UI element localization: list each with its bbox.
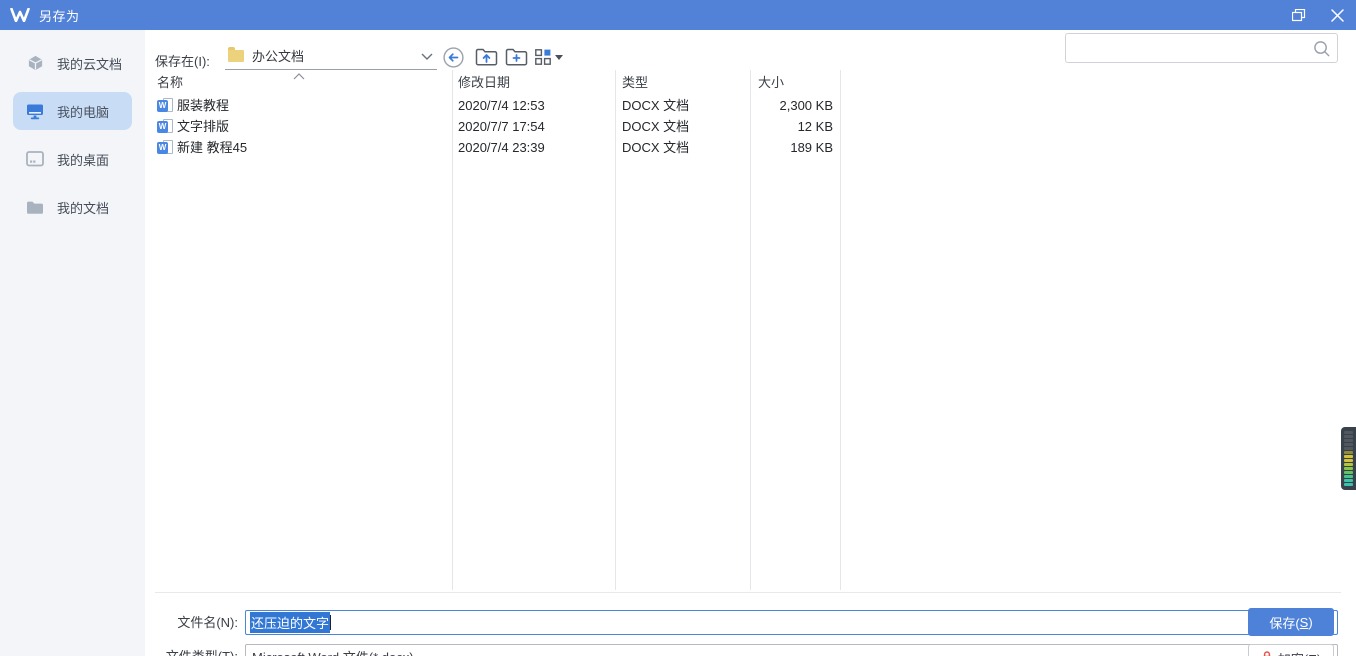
save-button[interactable]: 保存(S) — [1248, 608, 1334, 636]
file-name: 新建 教程45 — [177, 140, 248, 155]
column-header-name[interactable]: 名称 — [157, 72, 183, 96]
filetype-value: Microsoft Word 文件(*.docx) — [252, 647, 414, 656]
back-button[interactable] — [443, 47, 464, 68]
filetype-label: 文件类型(T): — [145, 644, 238, 656]
text-cursor — [330, 615, 332, 630]
column-header-size[interactable]: 大小 — [758, 72, 784, 96]
table-row[interactable]: W 服装教程 2020/7/4 12:53 DOCX 文档 2,300 KB — [145, 95, 836, 116]
file-modified: 2020/7/4 12:53 — [458, 98, 545, 113]
search-box — [1065, 33, 1338, 63]
sidebar-item-label: 我的电脑 — [57, 104, 110, 120]
search-icon[interactable] — [1313, 40, 1330, 57]
filename-label: 文件名(N): — [177, 615, 238, 630]
filetype-dropdown[interactable]: Microsoft Word 文件(*.docx) — [245, 644, 1338, 656]
encrypt-button-label: 加密(E) — [1278, 649, 1321, 656]
sidebar-item-my-documents[interactable]: 我的文档 — [13, 188, 132, 226]
file-size: 12 KB — [797, 119, 833, 134]
wps-logo-icon — [10, 8, 30, 22]
file-size: 2,300 KB — [779, 98, 834, 113]
sidebar: 我的云文档 我的电脑 我的桌面 我的文档 — [0, 30, 145, 656]
sidebar-item-label: 我的桌面 — [57, 152, 110, 168]
window-title: 另存为 — [39, 8, 80, 24]
save-button-label: 保存( — [1269, 615, 1300, 631]
file-type: DOCX 文档 — [622, 140, 690, 155]
lock-icon — [1261, 650, 1273, 656]
sidebar-item-my-desktop[interactable]: 我的桌面 — [13, 140, 132, 178]
desktop-icon — [26, 150, 44, 168]
chevron-down-icon — [421, 47, 433, 65]
file-modified: 2020/7/4 23:39 — [458, 140, 545, 155]
level-meter-widget[interactable] — [1341, 427, 1356, 490]
search-input[interactable] — [1066, 34, 1313, 62]
filename-selected-text: 还压迫的文字 — [250, 612, 331, 633]
sidebar-item-my-computer[interactable]: 我的电脑 — [13, 92, 132, 130]
file-name: 文字排版 — [177, 119, 230, 134]
column-header-modified[interactable]: 修改日期 — [458, 72, 510, 96]
file-modified: 2020/7/7 17:54 — [458, 119, 545, 134]
filename-input[interactable]: 还压迫的文字 — [245, 610, 1338, 635]
main-panel: 保存在(I): 办公文档 名称 修改日期 类型 大小 W 服装教程 2020/7… — [145, 30, 1356, 656]
table-row[interactable]: W 文字排版 2020/7/7 17:54 DOCX 文档 12 KB — [145, 116, 836, 137]
sidebar-item-label: 我的云文档 — [57, 56, 123, 72]
file-size: 189 KB — [790, 140, 833, 155]
word-file-icon: W — [157, 140, 173, 156]
encrypt-button[interactable]: 加密(E) — [1248, 644, 1334, 656]
restore-window-button[interactable] — [1280, 0, 1318, 30]
sidebar-item-cloud-docs[interactable]: 我的云文档 — [13, 44, 132, 82]
save-button-label-close: ) — [1308, 614, 1313, 630]
footer-divider — [155, 592, 1341, 593]
folder-up-button[interactable] — [475, 47, 498, 66]
titlebar: 另存为 — [0, 0, 1356, 30]
save-in-label: 保存在(I): — [155, 54, 210, 69]
documents-icon — [26, 198, 44, 216]
new-folder-button[interactable] — [505, 47, 528, 66]
column-header-type[interactable]: 类型 — [622, 72, 648, 96]
file-name: 服装教程 — [177, 98, 230, 113]
save-location-value: 办公文档 — [252, 49, 305, 64]
close-window-button[interactable] — [1318, 0, 1356, 30]
file-type: DOCX 文档 — [622, 119, 690, 134]
level-meter-stripes — [1344, 431, 1356, 486]
save-as-dialog: 另存为 我的云文档 我的电脑 我的桌面 我的文档 保存在(I): 办公文档 名称… — [0, 0, 1356, 656]
view-mode-button[interactable] — [535, 49, 563, 65]
file-type: DOCX 文档 — [622, 98, 690, 113]
sort-ascending-icon — [293, 67, 305, 85]
column-divider — [840, 70, 841, 590]
cloud-docs-icon — [26, 54, 44, 72]
folder-icon — [228, 46, 244, 62]
computer-icon — [26, 102, 44, 120]
word-file-icon: W — [157, 119, 173, 135]
sidebar-item-label: 我的文档 — [57, 200, 110, 216]
save-button-accesskey: S — [1299, 614, 1309, 630]
table-row[interactable]: W 新建 教程45 2020/7/4 23:39 DOCX 文档 189 KB — [145, 137, 836, 158]
save-location-dropdown[interactable]: 办公文档 — [225, 42, 437, 70]
word-file-icon: W — [157, 98, 173, 114]
